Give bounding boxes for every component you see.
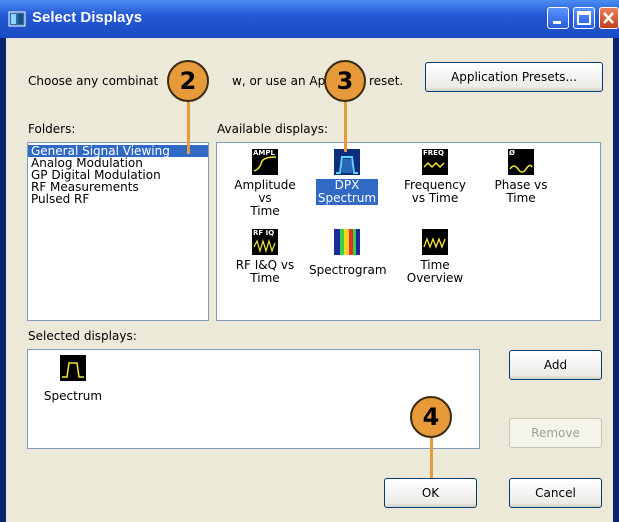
display-option-spectrogram[interactable]: Spectrogram <box>307 229 387 278</box>
add-button[interactable]: Add <box>509 350 602 380</box>
callout-2: 2 <box>167 60 209 102</box>
display-option-label: Time Overview <box>405 259 466 285</box>
icon-caption: AMPL <box>253 149 275 157</box>
callout-2-leader <box>187 98 190 154</box>
folders-label: Folders: <box>28 122 76 136</box>
instructions-text-mid: w, or use an App <box>232 74 333 88</box>
display-option-freq[interactable]: FREQ Frequency vs Time <box>395 149 475 206</box>
label-line-2: Time <box>250 271 280 285</box>
cancel-button[interactable]: Cancel <box>509 478 602 508</box>
folders-list[interactable]: General Signal Viewing Analog Modulation G… <box>27 142 209 321</box>
remove-button[interactable]: Remove <box>509 418 602 448</box>
label-line-2: Time <box>506 191 536 205</box>
selected-item-label: Spectrum <box>43 389 103 403</box>
display-option-label: RF I&Q vs Time <box>234 259 297 285</box>
callout-4: 4 <box>410 396 452 438</box>
display-option-label: DPX Spectrum <box>315 179 379 205</box>
dialog-body: Choose any combinat w, or use an App res… <box>6 38 613 522</box>
minimize-icon <box>553 21 561 24</box>
rf-iq-icon: RF IQ <box>252 229 278 255</box>
callout-3: 3 <box>324 60 366 102</box>
ok-button[interactable]: OK <box>384 478 477 508</box>
label-line-1: Spectrogram <box>309 263 387 277</box>
display-option-time-overview[interactable]: Time Overview <box>395 229 475 286</box>
icon-caption: FREQ <box>423 149 444 157</box>
app-icon <box>8 11 26 27</box>
phase-icon: Ø <box>508 149 534 175</box>
maximize-icon <box>577 11 591 25</box>
label-line-2: Overview <box>406 271 464 285</box>
icon-caption: RF IQ <box>253 229 275 237</box>
display-option-rf-iq[interactable]: RF IQ RF I&Q vs Time <box>225 229 305 286</box>
spectrum-icon <box>60 355 86 381</box>
title-bar[interactable]: Select Displays <box>0 0 619 38</box>
label-line-1: Amplitude vs <box>234 178 296 205</box>
select-displays-window: Select Displays Choose any combinat w, o… <box>0 0 619 522</box>
selected-item-spectrum[interactable]: Spectrum <box>33 355 113 404</box>
display-option-ampl[interactable]: AMPL Amplitude vs Time <box>225 149 305 219</box>
spectrogram-icon <box>334 229 360 255</box>
folder-item[interactable]: Pulsed RF <box>28 193 208 205</box>
display-option-phase[interactable]: Ø Phase vs Time <box>481 149 561 206</box>
callout-4-leader <box>430 432 433 478</box>
available-displays-label: Available displays: <box>217 122 329 136</box>
window-title: Select Displays <box>32 9 143 26</box>
selected-displays-list[interactable]: Spectrum <box>27 349 480 449</box>
instructions-text-end: reset. <box>369 74 404 88</box>
icon-caption: Ø <box>509 149 515 157</box>
close-button[interactable] <box>599 7 619 29</box>
instructions-text: Choose any combinat <box>28 74 159 88</box>
freq-icon: FREQ <box>422 149 448 175</box>
callout-3-leader <box>344 98 347 152</box>
display-option-label: Spectrogram <box>307 264 389 277</box>
close-icon <box>603 12 614 24</box>
display-option-dpx-spectrum[interactable]: DPX Spectrum <box>307 149 387 206</box>
display-option-label: Frequency vs Time <box>402 179 468 205</box>
dpx-spectrum-icon <box>334 149 360 175</box>
label-line-2: vs Time <box>411 191 459 205</box>
label-line-2: Spectrum <box>317 191 377 205</box>
minimize-button[interactable] <box>547 7 569 29</box>
application-presets-button[interactable]: Application Presets... <box>425 62 603 92</box>
ampl-icon: AMPL <box>252 149 278 175</box>
display-option-label: Phase vs Time <box>493 179 550 205</box>
label-line-2: Time <box>250 204 280 218</box>
available-displays-list[interactable]: AMPL Amplitude vs Time DPX Spectrum FREQ Frequ… <box>216 142 601 321</box>
maximize-button[interactable] <box>573 7 595 29</box>
time-overview-icon <box>422 229 448 255</box>
selected-displays-label: Selected displays: <box>28 329 137 343</box>
display-option-label: Amplitude vs Time <box>225 179 305 218</box>
